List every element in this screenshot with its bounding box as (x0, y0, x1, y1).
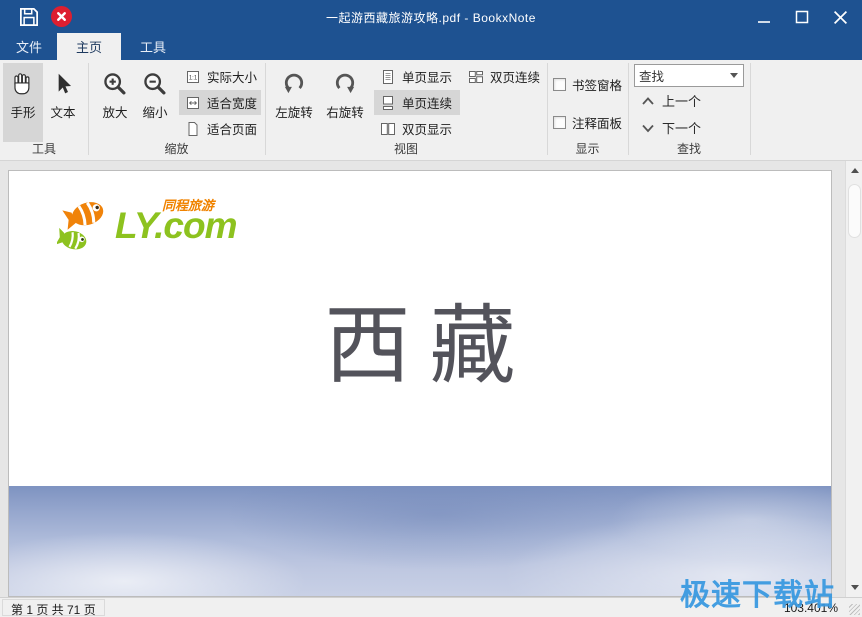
actual-size-label: 实际大小 (207, 67, 257, 86)
tab-file[interactable]: 文件 (8, 33, 50, 60)
search-dropdown-button[interactable] (725, 65, 743, 86)
rotate-left-button[interactable]: 左旋转 (271, 63, 317, 142)
bookmark-pane-label: 书签窗格 (572, 75, 622, 94)
double-page-icon (380, 121, 396, 137)
svg-text:1:1: 1:1 (189, 75, 198, 81)
actual-size-icon: 1:1 (185, 69, 201, 85)
text-select-label: 文本 (50, 102, 75, 121)
single-continuous-icon (380, 95, 396, 111)
rotate-left-icon (280, 70, 308, 98)
close-icon (833, 10, 848, 25)
group-label-display: 显示 (547, 140, 628, 157)
tab-tools[interactable]: 工具 (124, 33, 182, 60)
group-label-tools: 工具 (0, 140, 88, 157)
zoom-out-button[interactable]: 缩小 (136, 63, 174, 142)
titlebar: 一起游西藏旅游攻略.pdf - BookxNote (0, 0, 862, 60)
ribbon: 手形 文本 工具 放大 缩小 (0, 60, 862, 161)
ribbon-separator (750, 63, 751, 155)
rotate-right-button[interactable]: 右旋转 (321, 63, 369, 142)
menu-tabs: 文件 主页 工具 (0, 33, 862, 60)
scrollbar-thumb[interactable] (848, 184, 861, 238)
search-combobox[interactable] (634, 64, 744, 87)
maximize-icon (795, 10, 809, 24)
find-previous-label: 上一个 (662, 91, 701, 110)
minimize-icon (757, 9, 771, 25)
close-button[interactable] (826, 4, 854, 30)
checkbox-icon (553, 78, 566, 91)
hand-tool-label: 手形 (10, 102, 35, 121)
text-select-button[interactable]: 文本 (45, 63, 81, 142)
zoom-in-icon (101, 70, 129, 98)
annotation-panel-checkbox[interactable]: 注释面板 (553, 113, 622, 132)
tab-home[interactable]: 主页 (57, 33, 121, 60)
hand-icon (10, 70, 36, 98)
tab-file-label: 文件 (16, 37, 42, 56)
annotation-panel-label: 注释面板 (572, 113, 622, 132)
vertical-scrollbar[interactable] (845, 161, 862, 597)
single-page-icon (380, 69, 396, 85)
document-viewport[interactable]: LY.com 同程旅游 西藏 极速下载站 (0, 161, 862, 597)
single-page-button[interactable]: 单页显示 (374, 64, 460, 89)
checkbox-icon (553, 116, 566, 129)
fit-page-label: 适合页面 (207, 119, 257, 138)
double-page-label: 双页显示 (402, 119, 452, 138)
page-indicator: 第 1 页 共 71 页 (2, 599, 105, 616)
text-cursor-icon (50, 70, 76, 98)
scroll-down-button[interactable] (846, 580, 862, 595)
group-label-find: 查找 (628, 140, 750, 157)
rotate-right-icon (331, 70, 359, 98)
fish-logo-icon (57, 193, 115, 255)
window-title: 一起游西藏旅游攻略.pdf - BookxNote (0, 9, 862, 26)
page-title: 西藏 (9, 293, 831, 401)
resize-grip-icon[interactable] (849, 604, 860, 615)
hand-tool-button[interactable]: 手形 (3, 63, 43, 142)
double-continuous-icon (468, 69, 484, 85)
chevron-down-icon (730, 73, 738, 78)
tab-home-label: 主页 (76, 37, 102, 56)
fit-width-label: 适合宽度 (207, 93, 257, 112)
zoom-in-label: 放大 (102, 102, 127, 121)
rotate-left-label: 左旋转 (275, 102, 313, 121)
watermark-text: 极速下载站 (680, 570, 835, 614)
find-previous-button[interactable]: 上一个 (641, 91, 701, 110)
triangle-down-icon (851, 585, 859, 590)
zoom-in-button[interactable]: 放大 (96, 63, 134, 142)
single-continuous-label: 单页连续 (402, 93, 452, 112)
group-label-zoom: 缩放 (88, 140, 265, 157)
scroll-up-button[interactable] (846, 163, 862, 178)
single-continuous-button[interactable]: 单页连续 (374, 90, 460, 115)
actual-size-button[interactable]: 1:1 实际大小 (179, 64, 261, 89)
fit-width-button[interactable]: 适合宽度 (179, 90, 261, 115)
logo-tagline-text: 同程旅游 (162, 195, 214, 214)
triangle-up-icon (851, 168, 859, 173)
maximize-button[interactable] (788, 4, 816, 30)
ly-com-logo: LY.com 同程旅游 (57, 193, 242, 255)
find-next-label: 下一个 (662, 118, 701, 137)
zoom-out-label: 缩小 (142, 102, 167, 121)
fit-page-icon (185, 121, 201, 137)
search-input[interactable] (635, 69, 725, 83)
double-continuous-button[interactable]: 双页连续 (462, 64, 544, 89)
bookxnote-window: 一起游西藏旅游攻略.pdf - BookxNote (0, 0, 862, 617)
double-page-button[interactable]: 双页显示 (374, 116, 460, 141)
single-page-label: 单页显示 (402, 67, 452, 86)
chevron-up-icon (641, 96, 655, 106)
double-continuous-label: 双页连续 (490, 67, 540, 86)
find-next-button[interactable]: 下一个 (641, 118, 701, 137)
tab-tools-label: 工具 (140, 37, 166, 56)
fit-page-button[interactable]: 适合页面 (179, 116, 261, 141)
pdf-page: LY.com 同程旅游 西藏 (8, 170, 832, 597)
window-controls (750, 4, 854, 30)
chevron-down-icon (641, 123, 655, 133)
minimize-button[interactable] (750, 4, 778, 30)
zoom-out-icon (141, 70, 169, 98)
rotate-right-label: 右旋转 (326, 102, 364, 121)
bookmark-pane-checkbox[interactable]: 书签窗格 (553, 75, 622, 94)
group-label-view: 视图 (265, 140, 547, 157)
fit-width-icon (185, 95, 201, 111)
